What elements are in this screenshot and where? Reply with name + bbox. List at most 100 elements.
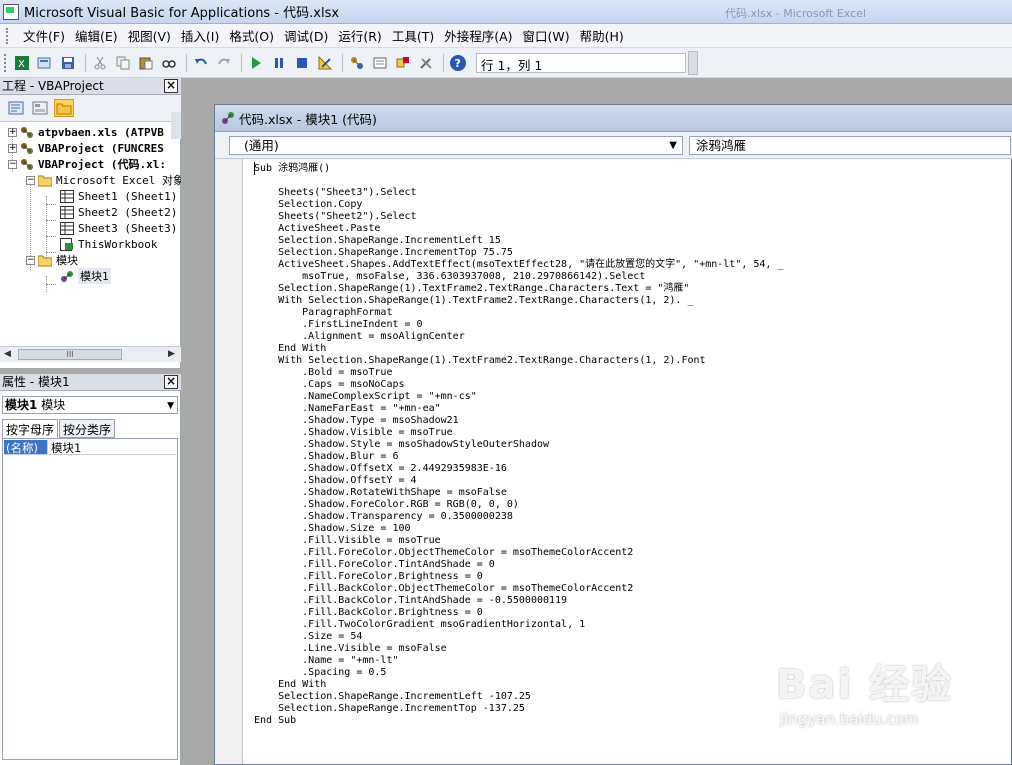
collapse-icon[interactable]: − bbox=[26, 175, 35, 185]
code-line[interactable]: Sheets("Sheet3").Select bbox=[254, 187, 416, 199]
close-icon[interactable]: × bbox=[164, 375, 178, 389]
menu-window[interactable]: 窗口(W) bbox=[518, 26, 575, 45]
expand-icon[interactable]: + bbox=[8, 127, 17, 137]
tree-node-funcres[interactable]: + VBAProject (FUNCRES bbox=[8, 140, 164, 156]
copy-icon[interactable] bbox=[113, 53, 133, 73]
menu-help[interactable]: 帮助(H) bbox=[575, 26, 629, 45]
tab-categorized[interactable]: 按分类序 bbox=[59, 419, 116, 438]
redo-icon[interactable] bbox=[214, 53, 234, 73]
toolbar-grip[interactable] bbox=[4, 54, 8, 72]
tree-node-module1[interactable]: 模块1 bbox=[60, 268, 111, 284]
tree-node-sheet2[interactable]: Sheet2 (Sheet2) bbox=[60, 204, 177, 220]
menu-tools[interactable]: 工具(T) bbox=[387, 26, 439, 45]
code-line[interactable]: .Fill.TwoColorGradient msoGradientHorizo… bbox=[254, 619, 585, 631]
code-line[interactable]: Selection.Copy bbox=[254, 199, 362, 211]
undo-icon[interactable] bbox=[191, 53, 211, 73]
code-line[interactable]: .Fill.BackColor.Brightness = 0 bbox=[254, 607, 483, 619]
excel-icon[interactable]: X bbox=[12, 53, 32, 73]
expand-icon[interactable]: + bbox=[8, 143, 17, 153]
find-icon[interactable] bbox=[159, 53, 179, 73]
code-line[interactable]: .Fill.BackColor.TintAndShade = -0.550000… bbox=[254, 595, 567, 607]
code-line[interactable]: .Shadow.RotateWithShape = msoFalse bbox=[254, 487, 507, 499]
code-line[interactable]: With Selection.ShapeRange(1).TextFrame2.… bbox=[254, 355, 705, 367]
menu-grip[interactable] bbox=[6, 27, 12, 44]
scroll-thumb[interactable]: III bbox=[18, 349, 122, 360]
code-line[interactable]: .Bold = msoTrue bbox=[254, 367, 392, 379]
object-combo[interactable]: (通用) ▼ bbox=[229, 136, 683, 155]
view-code-icon[interactable] bbox=[6, 99, 26, 117]
object-selector[interactable]: 模块1 模块 ▼ bbox=[2, 396, 178, 414]
menu-file[interactable]: 文件(F) bbox=[18, 26, 70, 45]
code-line[interactable]: End With bbox=[254, 343, 326, 355]
menu-format[interactable]: 格式(O) bbox=[224, 26, 279, 45]
chevron-down-icon[interactable]: ▼ bbox=[669, 137, 677, 154]
menu-insert[interactable]: 插入(I) bbox=[176, 26, 224, 45]
properties-window-icon[interactable] bbox=[370, 53, 390, 73]
tree-node-vbaproject-code[interactable]: − VBAProject (代码.xl: bbox=[8, 156, 166, 172]
reset-icon[interactable] bbox=[292, 53, 312, 73]
tree-node-thisworkbook[interactable]: ThisWorkbook bbox=[60, 236, 157, 252]
code-line[interactable]: ParagraphFormat bbox=[254, 307, 392, 319]
code-line[interactable]: .Spacing = 0.5 bbox=[254, 667, 386, 679]
object-browser-icon[interactable] bbox=[393, 53, 413, 73]
code-line[interactable]: .Line.Visible = msoFalse bbox=[254, 643, 447, 655]
tab-alphabetic[interactable]: 按字母序 bbox=[2, 419, 59, 438]
code-line[interactable]: .Name = "+mn-lt" bbox=[254, 655, 398, 667]
code-line[interactable]: .FirstLineIndent = 0 bbox=[254, 319, 422, 331]
code-line[interactable]: Selection.ShapeRange.IncrementTop 75.75 bbox=[254, 247, 513, 259]
collapse-icon[interactable]: − bbox=[8, 159, 17, 169]
design-mode-icon[interactable] bbox=[315, 53, 335, 73]
break-icon[interactable] bbox=[269, 53, 289, 73]
code-line[interactable]: .NameComplexScript = "+mn-cs" bbox=[254, 391, 477, 403]
menu-debug[interactable]: 调试(D) bbox=[279, 26, 333, 45]
toolbar-options-button[interactable] bbox=[688, 51, 698, 75]
code-line[interactable]: .Shadow.Transparency = 0.3500000238 bbox=[254, 511, 513, 523]
tree-node-atpvbaen[interactable]: + atpvbaen.xls (ATPVB bbox=[8, 124, 164, 140]
code-line[interactable]: .Shadow.OffsetX = 2.4492935983E-16 bbox=[254, 463, 507, 475]
code-line[interactable]: .Fill.ForeColor.TintAndShade = 0 bbox=[254, 559, 495, 571]
tree-node-modules[interactable]: − 模块 bbox=[26, 252, 78, 268]
project-tree-hscrollbar[interactable]: ◀ III ▶ bbox=[0, 346, 181, 362]
code-line[interactable]: .Shadow.ForeColor.RGB = RGB(0, 0, 0) bbox=[254, 499, 519, 511]
code-line[interactable]: Selection.ShapeRange.IncrementLeft -107.… bbox=[254, 691, 531, 703]
code-line[interactable]: .Shadow.Style = msoShadowStyleOuterShado… bbox=[254, 439, 549, 451]
code-line[interactable]: End With bbox=[254, 679, 326, 691]
code-line[interactable]: Selection.ShapeRange.IncrementTop -137.2… bbox=[254, 703, 525, 715]
toggle-folders-icon[interactable] bbox=[54, 99, 74, 117]
code-line[interactable]: ActiveSheet.Shapes.AddTextEffect(msoText… bbox=[254, 259, 783, 271]
view-object-icon[interactable] bbox=[30, 99, 50, 117]
code-line[interactable]: Selection.ShapeRange.IncrementLeft 15 bbox=[254, 235, 501, 247]
code-line[interactable]: Sub 涂鸦鸿雁() bbox=[254, 163, 330, 175]
save-icon[interactable] bbox=[58, 53, 78, 73]
code-line[interactable]: .Shadow.Blur = 6 bbox=[254, 451, 398, 463]
close-icon[interactable]: × bbox=[164, 79, 178, 93]
code-line[interactable]: .Fill.ForeColor.ObjectThemeColor = msoTh… bbox=[254, 547, 633, 559]
code-line[interactable]: .Shadow.Size = 100 bbox=[254, 523, 410, 535]
menu-addins[interactable]: 外接程序(A) bbox=[439, 26, 517, 45]
code-line[interactable]: Selection.ShapeRange(1).TextFrame2.TextR… bbox=[254, 283, 689, 295]
code-line[interactable]: .Caps = msoNoCaps bbox=[254, 379, 404, 391]
code-line[interactable]: .Fill.ForeColor.Brightness = 0 bbox=[254, 571, 483, 583]
code-line[interactable]: .Fill.BackColor.ObjectThemeColor = msoTh… bbox=[254, 583, 633, 595]
toolbox-icon[interactable] bbox=[416, 53, 436, 73]
code-line[interactable]: .Shadow.Visible = msoTrue bbox=[254, 427, 453, 439]
code-line[interactable]: With Selection.ShapeRange(1).TextFrame2.… bbox=[254, 295, 693, 307]
property-row-name[interactable]: (名称) 模块1 bbox=[4, 440, 176, 455]
code-line[interactable]: .NameFarEast = "+mn-ea" bbox=[254, 403, 440, 415]
property-value[interactable]: 模块1 bbox=[48, 440, 81, 455]
project-explorer-icon[interactable] bbox=[347, 53, 367, 73]
code-line[interactable]: ActiveSheet.Paste bbox=[254, 223, 380, 235]
cut-icon[interactable] bbox=[90, 53, 110, 73]
code-line[interactable]: End Sub bbox=[254, 715, 296, 727]
tree-node-excel-objects[interactable]: − Microsoft Excel 对象 bbox=[26, 172, 181, 188]
chevron-down-icon[interactable]: ▼ bbox=[167, 398, 174, 414]
menu-run[interactable]: 运行(R) bbox=[333, 26, 386, 45]
code-margin-indicator-bar[interactable] bbox=[215, 159, 243, 764]
code-line[interactable]: .Shadow.Type = msoShadow21 bbox=[254, 415, 459, 427]
tree-node-sheet1[interactable]: Sheet1 (Sheet1) bbox=[60, 188, 177, 204]
code-line[interactable]: Sheets("Sheet2").Select bbox=[254, 211, 416, 223]
scroll-right-icon[interactable]: ▶ bbox=[168, 349, 175, 359]
paste-icon[interactable] bbox=[136, 53, 156, 73]
code-line[interactable]: .Alignment = msoAlignCenter bbox=[254, 331, 465, 343]
code-line[interactable]: .Size = 54 bbox=[254, 631, 362, 643]
